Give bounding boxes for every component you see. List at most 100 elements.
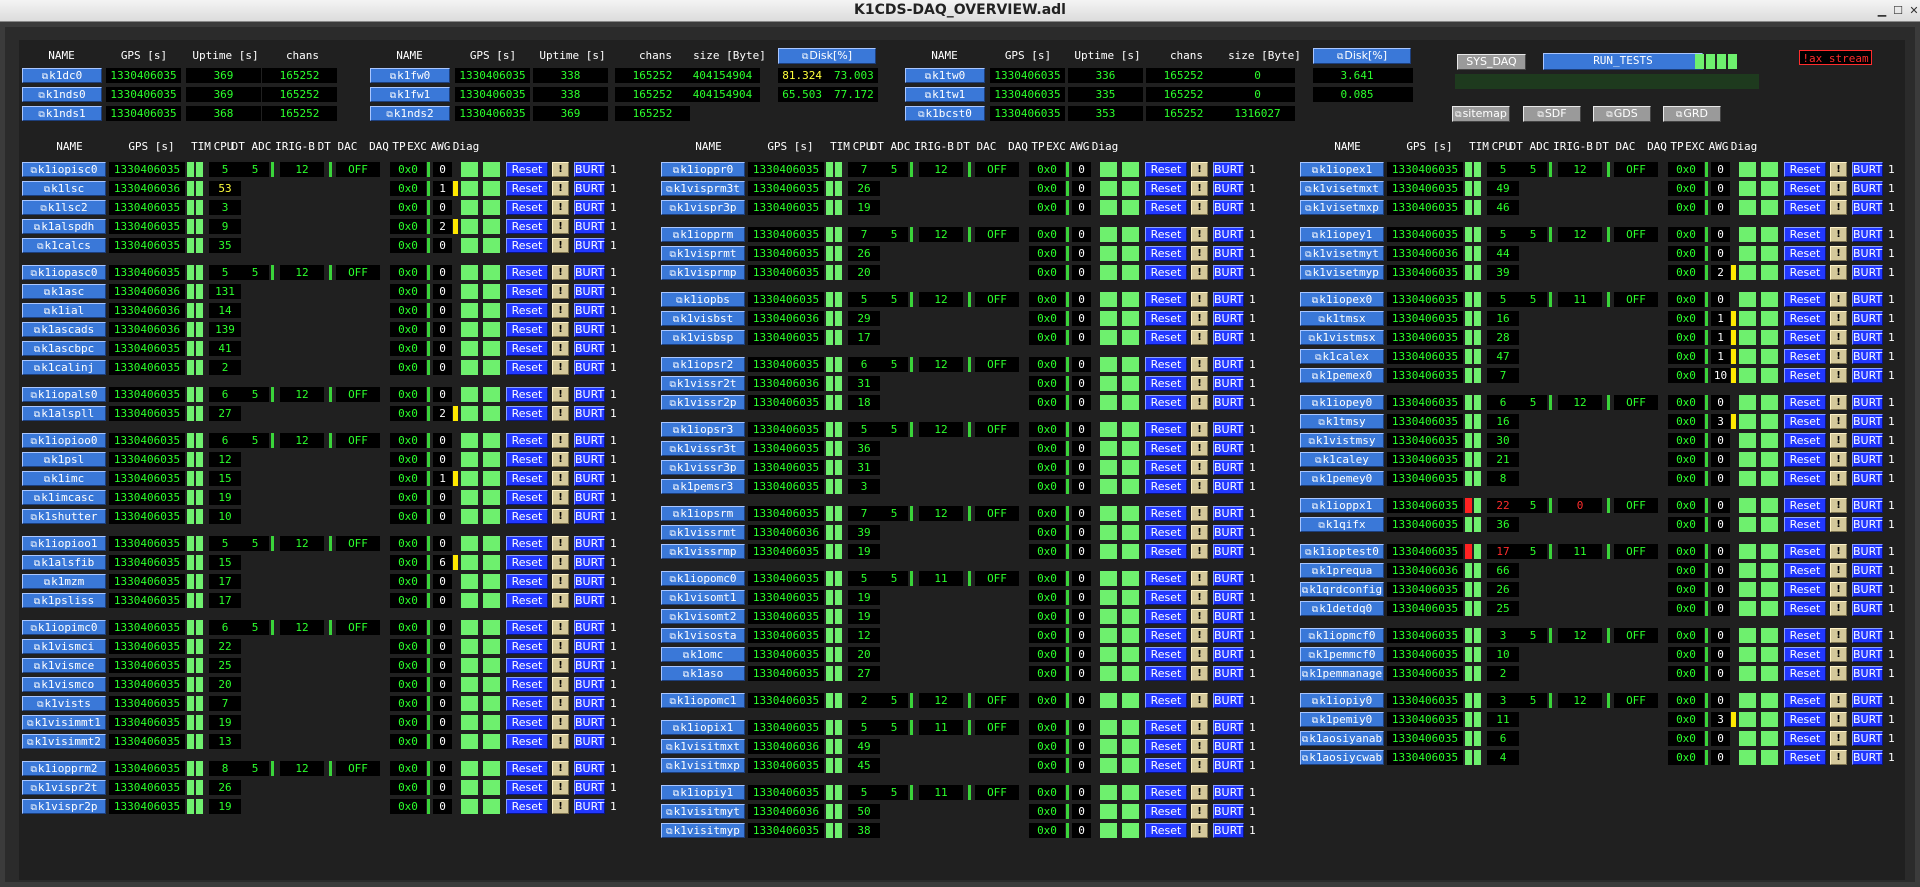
reset-button[interactable]: Reset bbox=[1784, 433, 1826, 448]
daq-node-button[interactable]: ⧉k1nds1 bbox=[22, 106, 102, 121]
burt-button[interactable]: BURT bbox=[1213, 506, 1244, 521]
model-button[interactable]: ⧉k1visomt2 bbox=[661, 609, 745, 624]
reset-button[interactable]: Reset bbox=[1145, 422, 1187, 437]
model-button[interactable]: ⧉k1qifx bbox=[1300, 517, 1384, 532]
model-button[interactable]: ⧉k1pemmanage bbox=[1300, 666, 1384, 681]
reset-button[interactable]: Reset bbox=[1784, 349, 1826, 364]
burt-button[interactable]: BURT bbox=[1213, 590, 1244, 605]
nav-gds-button[interactable]: ⧉GDS bbox=[1593, 106, 1651, 122]
model-button[interactable]: ⧉k1iopals0 bbox=[22, 387, 106, 402]
burt-button[interactable]: BURT bbox=[574, 162, 605, 177]
diag-alert-button[interactable]: ! bbox=[1830, 517, 1847, 532]
reset-button[interactable]: Reset bbox=[1784, 292, 1826, 307]
diag-alert-button[interactable]: ! bbox=[552, 162, 569, 177]
burt-button[interactable]: BURT bbox=[574, 238, 605, 253]
model-button[interactable]: ⧉k1pemmcf0 bbox=[1300, 647, 1384, 662]
reset-button[interactable]: Reset bbox=[506, 322, 548, 337]
diag-alert-button[interactable]: ! bbox=[1830, 181, 1847, 196]
model-button[interactable]: ⧉k1tmsy bbox=[1300, 414, 1384, 429]
reset-button[interactable]: Reset bbox=[1145, 330, 1187, 345]
reset-button[interactable]: Reset bbox=[1784, 544, 1826, 559]
model-button[interactable]: ⧉k1visitmxp bbox=[661, 758, 745, 773]
burt-button[interactable]: BURT bbox=[1852, 582, 1883, 597]
burt-button[interactable]: BURT bbox=[1852, 414, 1883, 429]
model-button[interactable]: ⧉k1psliss bbox=[22, 593, 106, 608]
diag-alert-button[interactable]: ! bbox=[552, 799, 569, 814]
burt-button[interactable]: BURT bbox=[1213, 311, 1244, 326]
reset-button[interactable]: Reset bbox=[506, 452, 548, 467]
diag-alert-button[interactable]: ! bbox=[552, 555, 569, 570]
diag-alert-button[interactable]: ! bbox=[1830, 544, 1847, 559]
diag-alert-button[interactable]: ! bbox=[552, 780, 569, 795]
model-button[interactable]: ⧉k1prequa bbox=[1300, 563, 1384, 578]
model-button[interactable]: ⧉k1visitmyt bbox=[661, 804, 745, 819]
model-button[interactable]: ⧉k1caley bbox=[1300, 452, 1384, 467]
model-button[interactable]: ⧉k1qrdconfig bbox=[1300, 582, 1384, 597]
reset-button[interactable]: Reset bbox=[506, 696, 548, 711]
model-button[interactable]: ⧉k1aso bbox=[661, 666, 745, 681]
diag-alert-button[interactable]: ! bbox=[1830, 750, 1847, 765]
run-tests-button[interactable]: RUN_TESTS bbox=[1543, 53, 1703, 70]
model-button[interactable]: ⧉k1pemsr3 bbox=[661, 479, 745, 494]
disk-percent-button[interactable]: ⧉Disk[%] bbox=[778, 48, 876, 64]
model-button[interactable]: ⧉k1visimmt2 bbox=[22, 734, 106, 749]
reset-button[interactable]: Reset bbox=[1145, 739, 1187, 754]
model-button[interactable]: ⧉k1pemex0 bbox=[1300, 368, 1384, 383]
model-button[interactable]: ⧉k1vissr3p bbox=[661, 460, 745, 475]
model-button[interactable]: ⧉k1iopsr3 bbox=[661, 422, 745, 437]
model-button[interactable]: ⧉k1aosiyanab bbox=[1300, 731, 1384, 746]
model-button[interactable]: ⧉k1iopisc0 bbox=[22, 162, 106, 177]
model-button[interactable]: ⧉k1vists bbox=[22, 696, 106, 711]
model-button[interactable]: ⧉k1iopsr2 bbox=[661, 357, 745, 372]
diag-alert-button[interactable]: ! bbox=[1191, 693, 1208, 708]
burt-button[interactable]: BURT bbox=[1852, 227, 1883, 242]
burt-button[interactable]: BURT bbox=[574, 536, 605, 551]
model-button[interactable]: ⧉k1ioptest0 bbox=[1300, 544, 1384, 559]
diag-alert-button[interactable]: ! bbox=[552, 471, 569, 486]
diag-alert-button[interactable]: ! bbox=[1830, 349, 1847, 364]
diag-alert-button[interactable]: ! bbox=[1191, 246, 1208, 261]
reset-button[interactable]: Reset bbox=[506, 799, 548, 814]
diag-alert-button[interactable]: ! bbox=[552, 658, 569, 673]
burt-button[interactable]: BURT bbox=[574, 574, 605, 589]
burt-button[interactable]: BURT bbox=[574, 303, 605, 318]
model-button[interactable]: ⧉k1visbsp bbox=[661, 330, 745, 345]
burt-button[interactable]: BURT bbox=[1852, 544, 1883, 559]
reset-button[interactable]: Reset bbox=[1145, 292, 1187, 307]
burt-button[interactable]: BURT bbox=[1852, 750, 1883, 765]
model-button[interactable]: ⧉k1iopasc0 bbox=[22, 265, 106, 280]
daq-node-button[interactable]: ⧉k1fw1 bbox=[370, 87, 450, 102]
diag-alert-button[interactable]: ! bbox=[1191, 265, 1208, 280]
model-button[interactable]: ⧉k1iopioo1 bbox=[22, 536, 106, 551]
model-button[interactable]: ⧉k1detdq0 bbox=[1300, 601, 1384, 616]
diag-alert-button[interactable]: ! bbox=[1830, 368, 1847, 383]
model-button[interactable]: ⧉k1vissr2p bbox=[661, 395, 745, 410]
diag-alert-button[interactable]: ! bbox=[1191, 181, 1208, 196]
reset-button[interactable]: Reset bbox=[1145, 200, 1187, 215]
reset-button[interactable]: Reset bbox=[1784, 368, 1826, 383]
diag-alert-button[interactable]: ! bbox=[552, 387, 569, 402]
diag-alert-button[interactable]: ! bbox=[1191, 720, 1208, 735]
diag-alert-button[interactable]: ! bbox=[1191, 590, 1208, 605]
burt-button[interactable]: BURT bbox=[574, 734, 605, 749]
diag-alert-button[interactable]: ! bbox=[552, 341, 569, 356]
model-button[interactable]: ⧉k1shutter bbox=[22, 509, 106, 524]
burt-button[interactable]: BURT bbox=[1852, 498, 1883, 513]
model-button[interactable]: ⧉k1iopmcf0 bbox=[1300, 628, 1384, 643]
diag-alert-button[interactable]: ! bbox=[552, 433, 569, 448]
diag-alert-button[interactable]: ! bbox=[1191, 479, 1208, 494]
burt-button[interactable]: BURT bbox=[1852, 517, 1883, 532]
burt-button[interactable]: BURT bbox=[1213, 720, 1244, 735]
burt-button[interactable]: BURT bbox=[574, 406, 605, 421]
model-button[interactable]: ⧉k1vistmsx bbox=[1300, 330, 1384, 345]
burt-button[interactable]: BURT bbox=[1852, 265, 1883, 280]
reset-button[interactable]: Reset bbox=[506, 734, 548, 749]
burt-button[interactable]: BURT bbox=[574, 761, 605, 776]
model-button[interactable]: ⧉k1vispr2p bbox=[22, 799, 106, 814]
burt-button[interactable]: BURT bbox=[1852, 647, 1883, 662]
diag-alert-button[interactable]: ! bbox=[1830, 628, 1847, 643]
diag-alert-button[interactable]: ! bbox=[1191, 441, 1208, 456]
diag-alert-button[interactable]: ! bbox=[1830, 563, 1847, 578]
daq-node-button[interactable]: ⧉k1dc0 bbox=[22, 68, 102, 83]
reset-button[interactable]: Reset bbox=[1784, 414, 1826, 429]
